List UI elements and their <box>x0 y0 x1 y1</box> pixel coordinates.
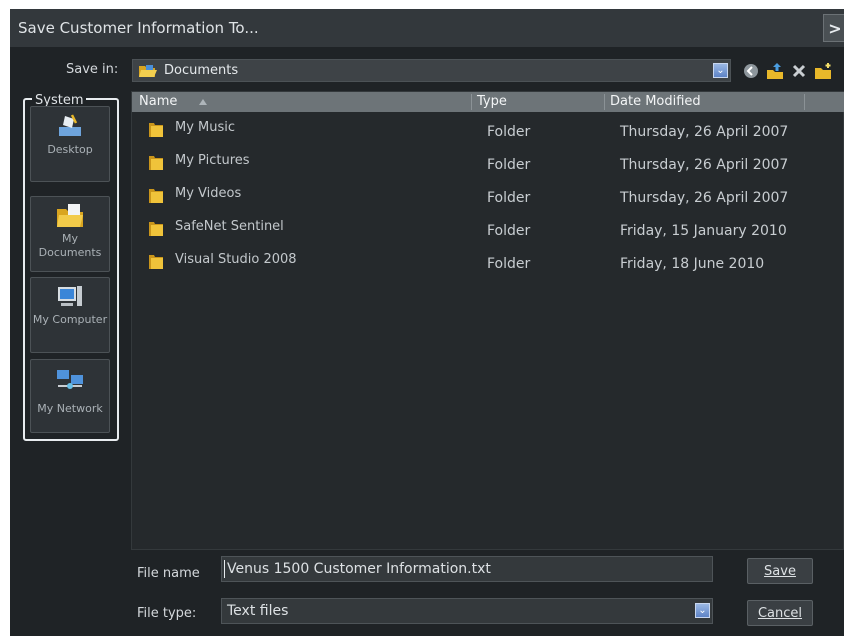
up-folder-icon[interactable] <box>766 62 784 80</box>
save-dialog: Save Customer Information To... > Save i… <box>10 9 844 636</box>
file-name-value: Venus 1500 Customer Information.txt <box>227 561 491 577</box>
list-item[interactable]: My Videos Folder Thursday, 26 April 2007 <box>132 180 844 213</box>
folder-icon <box>149 156 163 170</box>
place-desktop[interactable]: Desktop <box>30 106 110 182</box>
column-header-name[interactable]: Name <box>139 94 177 109</box>
save-in-dropdown-button[interactable]: ⌄ <box>713 63 728 78</box>
file-type: Folder <box>487 223 531 239</box>
delete-icon[interactable] <box>790 62 808 80</box>
file-name-label: File name <box>137 566 200 581</box>
file-date: Friday, 18 June 2010 <box>620 256 765 272</box>
my-network-icon <box>57 370 83 389</box>
folder-icon <box>149 123 163 137</box>
save-in-value: Documents <box>164 63 239 78</box>
column-header-date[interactable]: Date Modified <box>610 94 701 109</box>
back-icon[interactable] <box>742 62 760 80</box>
file-name: Visual Studio 2008 <box>175 252 297 267</box>
file-type: Folder <box>487 124 531 140</box>
list-item[interactable]: SafeNet Sentinel Folder Friday, 15 Janua… <box>132 213 844 246</box>
column-separator[interactable] <box>804 94 805 110</box>
folder-icon <box>149 189 163 203</box>
sort-ascending-icon <box>199 99 207 105</box>
column-separator[interactable] <box>604 94 605 110</box>
close-button[interactable]: > <box>823 14 844 42</box>
save-in-label: Save in: <box>66 62 119 77</box>
file-name: SafeNet Sentinel <box>175 219 284 234</box>
list-item[interactable]: Visual Studio 2008 Folder Friday, 18 Jun… <box>132 246 844 279</box>
my-documents-icon <box>57 204 83 227</box>
chevron-down-icon: ⌄ <box>716 65 725 76</box>
chevron-down-icon: ⌄ <box>698 605 707 616</box>
place-my-documents-label: My Documents <box>38 232 102 259</box>
file-type: Folder <box>487 157 531 173</box>
place-my-computer-label: My Computer <box>32 313 108 326</box>
title-bar[interactable]: Save Customer Information To... > <box>10 9 844 47</box>
text-caret <box>224 560 225 578</box>
file-list[interactable]: Name Type Date Modified My Music Folder … <box>131 91 844 550</box>
place-my-computer[interactable]: My Computer <box>30 277 110 353</box>
place-desktop-label: Desktop <box>47 143 93 156</box>
file-type-label: File type: <box>137 606 197 621</box>
file-type-dropdown[interactable]: Text files ⌄ <box>221 598 713 624</box>
file-name: My Pictures <box>175 153 250 168</box>
list-item[interactable]: My Pictures Folder Thursday, 26 April 20… <box>132 147 844 180</box>
file-date: Thursday, 26 April 2007 <box>620 124 789 140</box>
folder-icon <box>149 222 163 236</box>
file-date: Friday, 15 January 2010 <box>620 223 787 239</box>
file-type-dropdown-button[interactable]: ⌄ <box>695 603 710 618</box>
column-header-type[interactable]: Type <box>477 94 507 109</box>
my-computer-icon <box>58 286 82 306</box>
cancel-button[interactable]: Cancel <box>747 600 813 626</box>
list-item[interactable]: My Music Folder Thursday, 26 April 2007 <box>132 114 844 147</box>
save-in-dropdown[interactable]: Documents ⌄ <box>132 59 731 82</box>
file-date: Thursday, 26 April 2007 <box>620 157 789 173</box>
file-name: My Music <box>175 120 236 135</box>
file-type: Folder <box>487 190 531 206</box>
save-button[interactable]: Save <box>747 558 813 584</box>
file-type: Folder <box>487 256 531 272</box>
file-list-header: Name Type Date Modified <box>132 92 844 112</box>
column-separator[interactable] <box>471 94 472 110</box>
file-type-value: Text files <box>227 603 289 619</box>
open-folder-icon <box>139 65 157 77</box>
file-name-input[interactable]: Venus 1500 Customer Information.txt <box>221 556 713 582</box>
file-name: My Videos <box>175 186 242 201</box>
place-my-documents[interactable]: My Documents <box>30 196 110 272</box>
place-my-network[interactable]: My Network <box>30 359 110 433</box>
file-date: Thursday, 26 April 2007 <box>620 190 789 206</box>
folder-icon <box>149 255 163 269</box>
window-title: Save Customer Information To... <box>18 19 259 37</box>
place-my-network-label: My Network <box>37 402 103 415</box>
new-folder-icon[interactable] <box>814 62 832 80</box>
desktop-icon <box>59 114 81 136</box>
